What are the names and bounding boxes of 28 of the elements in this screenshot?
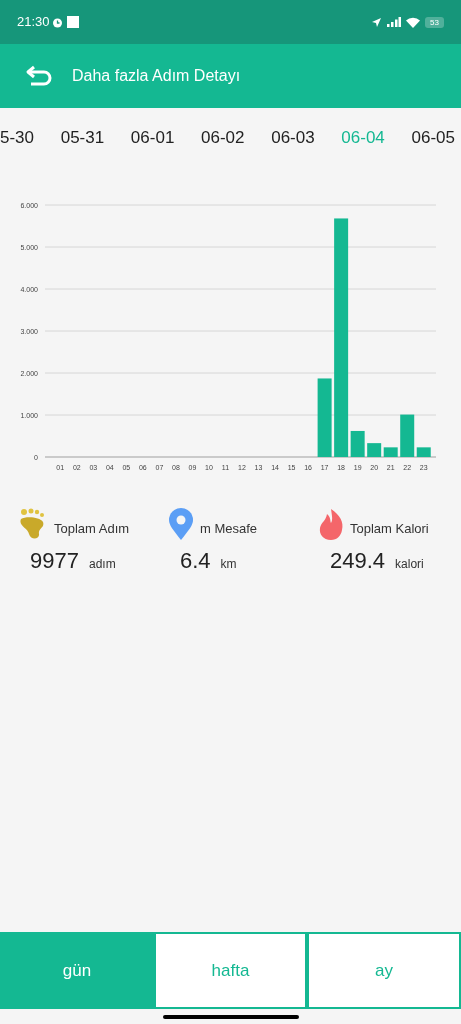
- notification-icon: [66, 16, 79, 28]
- stat-label: Toplam Kalori: [350, 519, 429, 538]
- stat-value: 249.4: [330, 547, 386, 575]
- signal-icon: [387, 17, 402, 27]
- stat-value: 9977: [30, 547, 79, 575]
- status-time: 21:30: [17, 13, 50, 32]
- stat-label: Toplam Adım: [54, 519, 130, 538]
- location-pin-icon: [168, 508, 194, 540]
- bar: [367, 443, 382, 457]
- wifi-icon: [406, 16, 421, 28]
- bar: [383, 447, 398, 457]
- stat-value: 6.4: [180, 547, 211, 575]
- back-icon[interactable]: [25, 65, 53, 87]
- date-tab[interactable]: 06-03: [271, 125, 315, 151]
- alarm-icon: [51, 16, 63, 28]
- date-tab[interactable]: 06-01: [130, 125, 175, 151]
- stat-unit: kalori: [395, 556, 424, 573]
- flame-icon: [318, 508, 344, 540]
- page-title: Daha fazla Adım Detayı: [72, 66, 241, 86]
- date-tab[interactable]: 06-05: [411, 125, 455, 151]
- location-icon: [371, 16, 383, 28]
- battery-indicator: 53: [425, 16, 444, 28]
- date-tab[interactable]: 06-02: [201, 125, 245, 151]
- stat-unit: km: [220, 556, 237, 573]
- date-tab[interactable]: 5-30: [0, 125, 35, 151]
- stat-unit: adım: [88, 556, 116, 573]
- stat-label: m Mesafe: [200, 519, 258, 538]
- date-tab[interactable]: 05-31: [60, 125, 105, 151]
